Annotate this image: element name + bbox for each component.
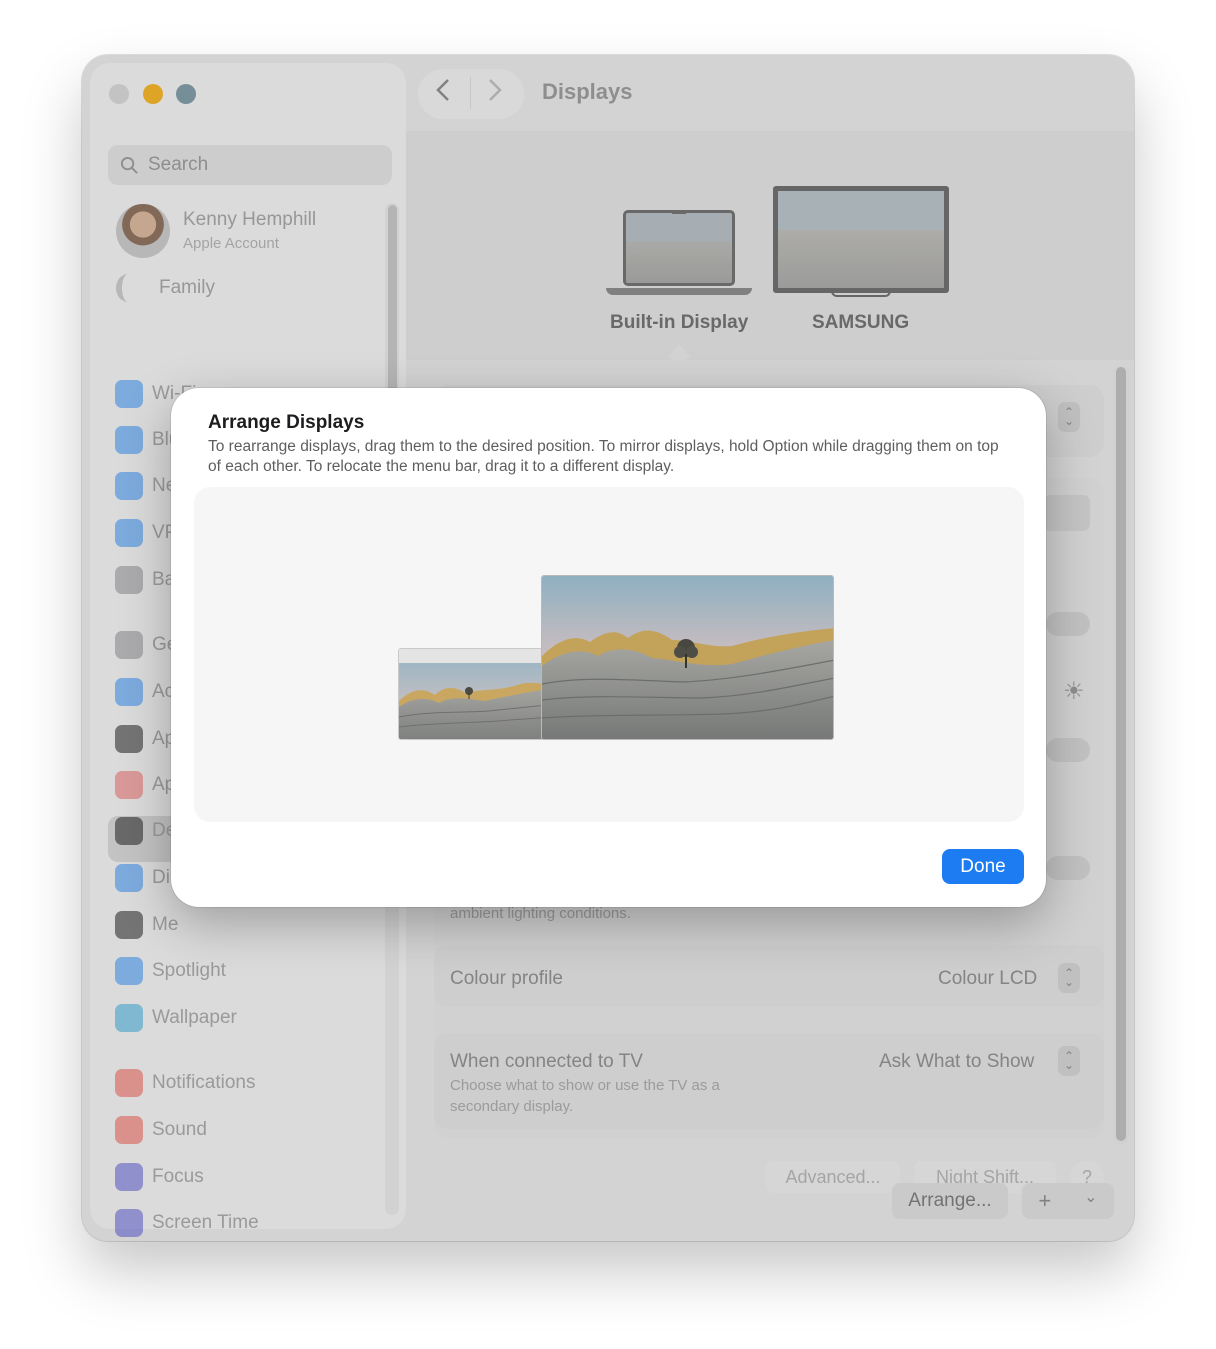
builtin-wallpaper <box>399 649 546 739</box>
sheet-description: To rearrange displays, drag them to the … <box>208 438 999 475</box>
done-button[interactable]: Done <box>942 849 1024 884</box>
sheet-title: Arrange Displays <box>208 412 365 433</box>
samsung-display-arrangement[interactable] <box>541 575 834 740</box>
builtin-display-arrangement[interactable] <box>398 648 546 740</box>
arrange-displays-sheet: Arrange Displays To rearrange displays, … <box>171 388 1046 907</box>
samsung-wallpaper <box>542 576 833 739</box>
arrangement-canvas[interactable] <box>194 487 1024 822</box>
menu-bar-indicator[interactable] <box>399 649 546 663</box>
